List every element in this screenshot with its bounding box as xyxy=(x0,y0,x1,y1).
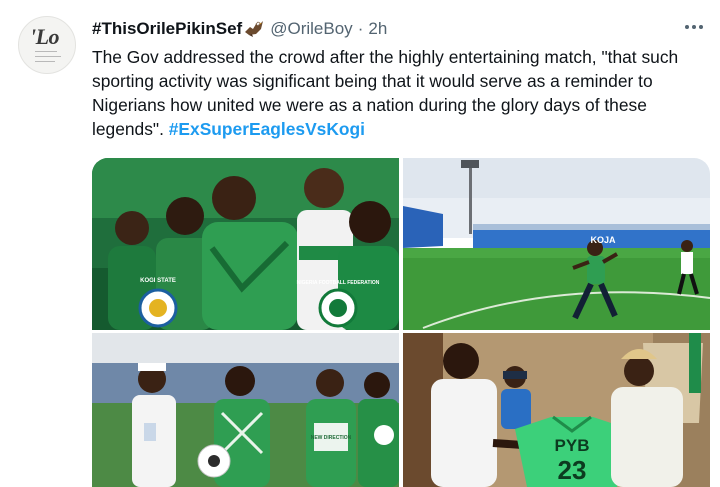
photo-jersey-presentation[interactable]: PYB 23 xyxy=(403,333,710,487)
separator-dot: · xyxy=(357,19,364,38)
media-grid: KOGI STATE NIGERIA FOOTBALL FEDERATION K… xyxy=(92,158,710,487)
avatar-logo-text: 'Lo xyxy=(30,24,60,49)
badge-text: KOGI STATE xyxy=(140,278,176,284)
more-options-icon[interactable] xyxy=(682,18,706,36)
eagle-emoji-icon xyxy=(244,20,264,38)
avatar-logo-line xyxy=(35,61,55,62)
jersey-name: PYB xyxy=(555,436,590,455)
tweet-text: The Gov addressed the crowd after the hi… xyxy=(92,45,712,141)
photo-group-portrait[interactable]: KOGI STATE NIGERIA FOOTBALL FEDERATION xyxy=(92,158,399,330)
shirt-lettering: NEW DIRECTION xyxy=(311,435,352,441)
avatar-logo-line xyxy=(35,56,61,57)
user-handle[interactable]: @OrileBoy xyxy=(270,19,352,39)
tweet-header: #ThisOrilePikinSef @OrileBoy · 2h xyxy=(92,16,387,42)
photo-stadium-running[interactable]: KOJA xyxy=(403,158,710,330)
stand-lettering: KOJA xyxy=(590,235,616,245)
jersey-number: 23 xyxy=(558,455,587,485)
tweet-timestamp[interactable]: 2h xyxy=(368,19,387,39)
tweet-card[interactable]: 'Lo #ThisOrilePikinSef @OrileBoy · 2h Th… xyxy=(0,0,720,487)
photo-crowd-with-ball[interactable]: NEW DIRECTION xyxy=(92,333,399,487)
avatar[interactable]: 'Lo xyxy=(18,16,76,74)
badge-text: NIGERIA FOOTBALL FEDERATION xyxy=(297,280,380,286)
avatar-logo-line xyxy=(35,51,57,52)
hashtag-link[interactable]: #ExSuperEaglesVsKogi xyxy=(169,119,365,139)
display-name[interactable]: #ThisOrilePikinSef xyxy=(92,19,242,39)
